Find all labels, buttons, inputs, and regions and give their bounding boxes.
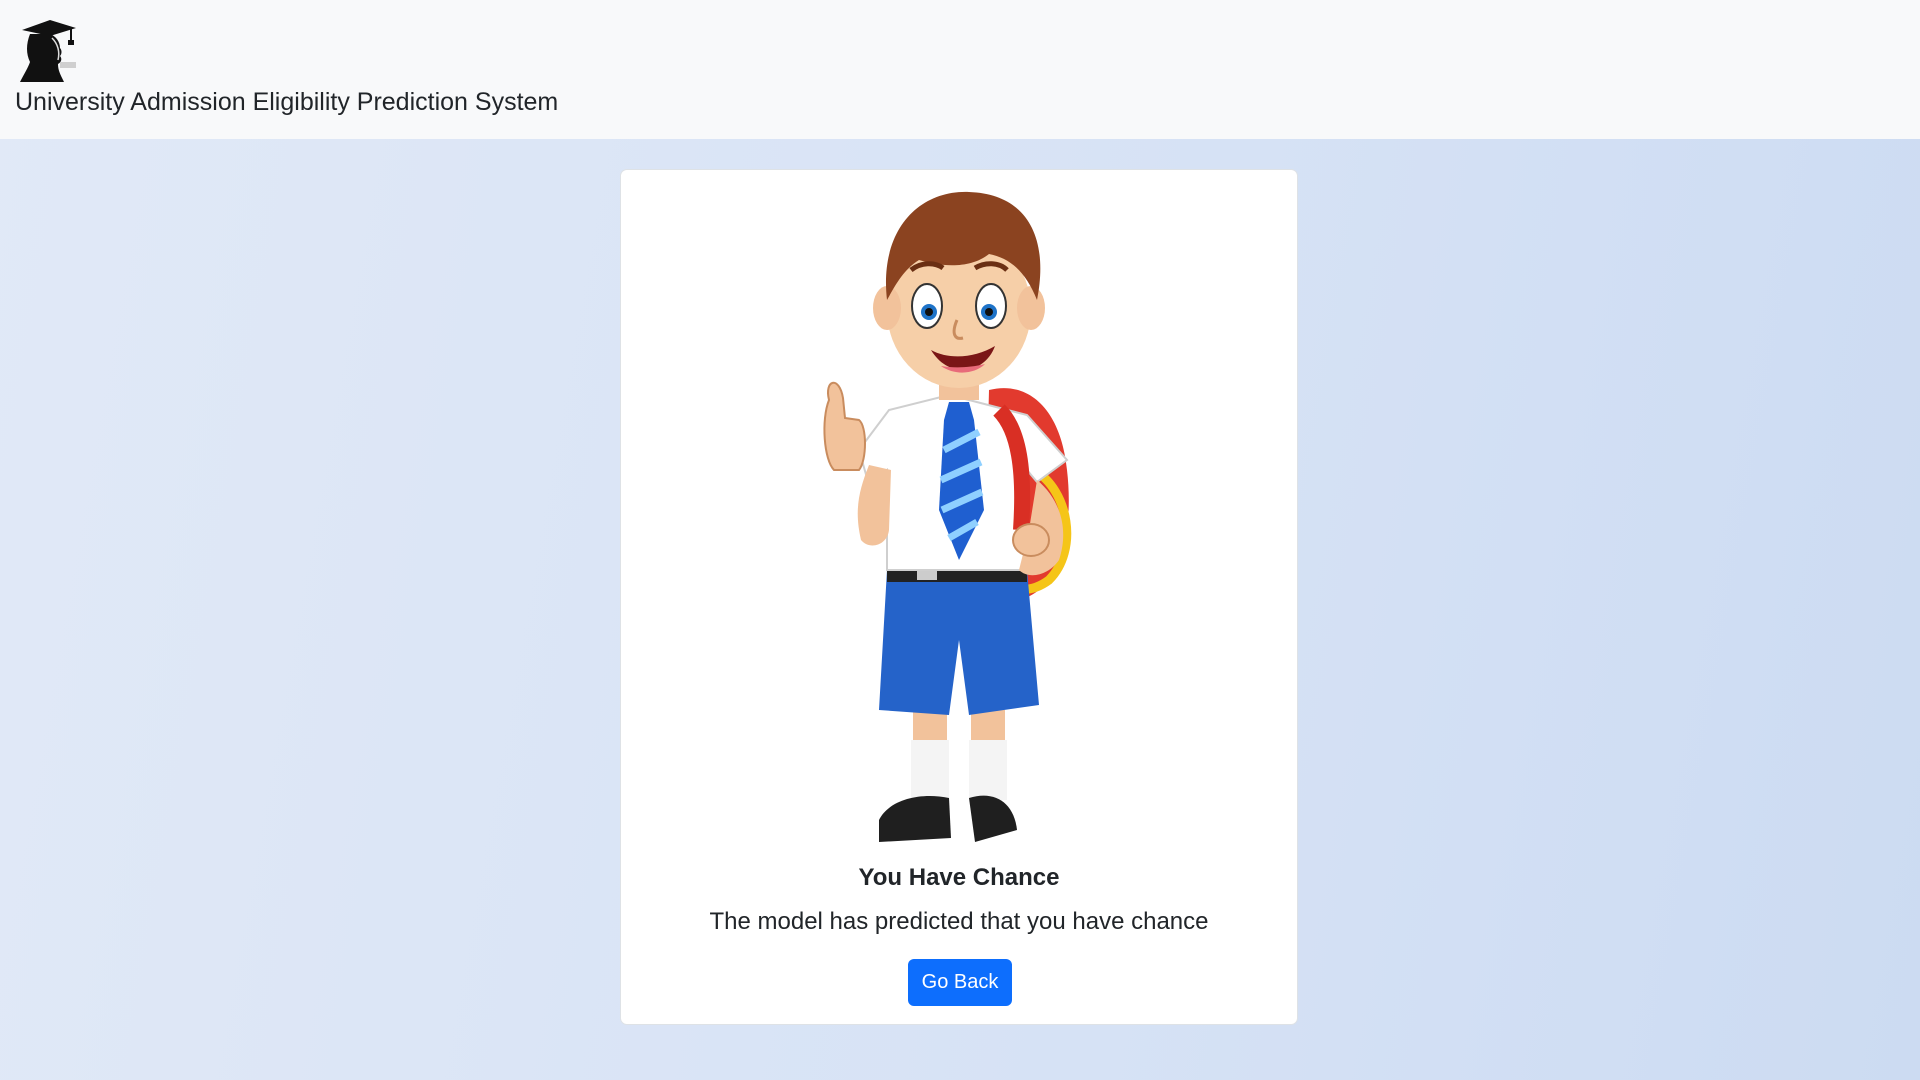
app-title[interactable]: University Admission Eligibility Predict… [15,88,558,117]
graduate-silhouette-icon[interactable] [14,16,80,86]
student-thumbs-up-illustration [799,170,1119,848]
go-back-button[interactable]: Go Back [908,959,1012,1006]
result-card: You Have Chance The model has predicted … [620,169,1298,1025]
result-title: You Have Chance [858,864,1060,891]
navbar: University Admission Eligibility Predict… [0,0,1920,139]
result-message: The model has predicted that you have ch… [709,908,1209,935]
